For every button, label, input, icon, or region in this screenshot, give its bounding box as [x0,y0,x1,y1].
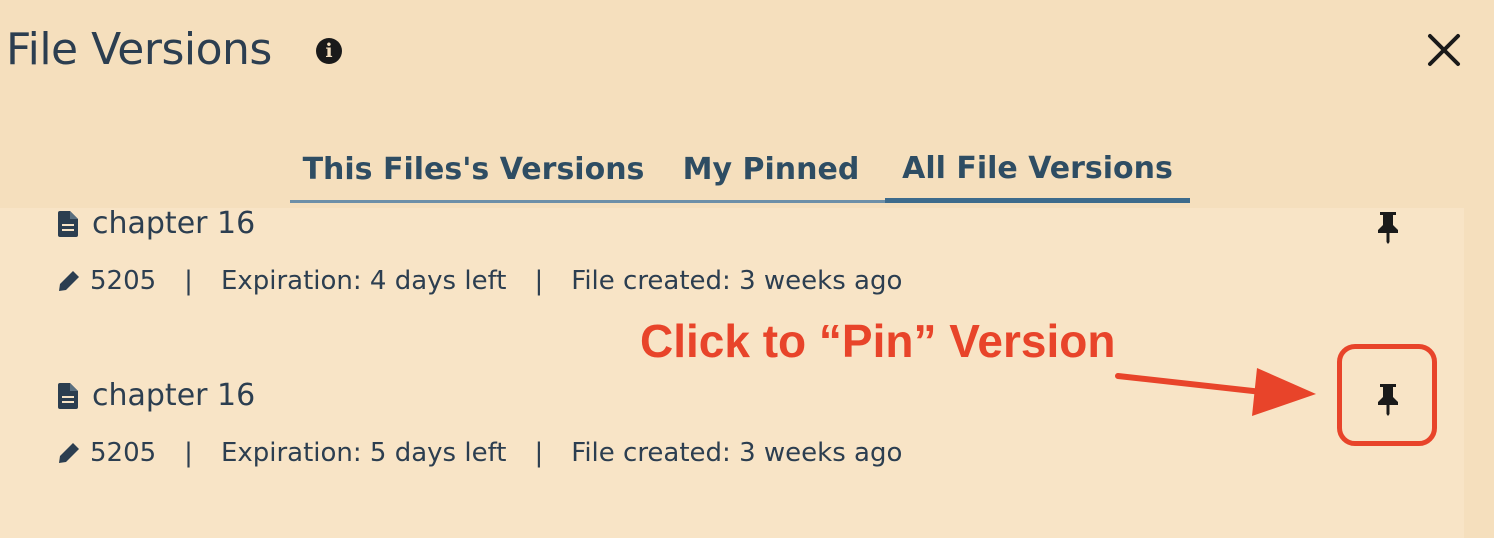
pencil-icon [59,271,79,291]
version-item-title[interactable]: chapter 16 [58,206,255,241]
version-created: File created: 3 weeks ago [571,438,903,468]
thumbtack-icon[interactable] [1374,210,1402,244]
file-text-icon [58,382,78,409]
annotation-text: Click to “Pin” Version [640,315,1116,367]
meta-separator: | [184,266,193,296]
pencil-icon [59,443,79,463]
version-expiration: Expiration: 5 days left [220,438,507,468]
version-created: File created: 3 weeks ago [571,266,903,296]
tab-all-file-versions[interactable]: All File Versions [885,138,1190,203]
version-id: 5205 [90,266,157,296]
file-text-icon [58,210,78,237]
annotation-arrow-icon [1115,368,1316,416]
version-name: chapter 16 [92,378,256,413]
tab-this-files-versions[interactable]: This Files's Versions [290,138,657,203]
annotation-highlight-box [1337,344,1437,446]
version-meta: 5205 | Expiration: 5 days left | File cr… [58,438,902,468]
version-item-title[interactable]: chapter 16 [58,378,255,413]
meta-separator: | [184,438,193,468]
meta-separator: | [534,266,544,296]
version-name: chapter 16 [92,206,256,241]
version-id: 5205 [90,438,157,468]
tab-my-pinned[interactable]: My Pinned [657,138,885,203]
close-icon[interactable] [1420,26,1468,74]
dialog-title: File Versions [6,24,272,75]
version-meta: 5205 | Expiration: 4 days left | File cr… [58,266,902,296]
version-expiration: Expiration: 4 days left [220,266,507,296]
meta-separator: | [534,438,544,468]
tab-bar: This Files's Versions My Pinned All File… [290,138,1190,204]
info-icon[interactable]: i [316,38,342,64]
